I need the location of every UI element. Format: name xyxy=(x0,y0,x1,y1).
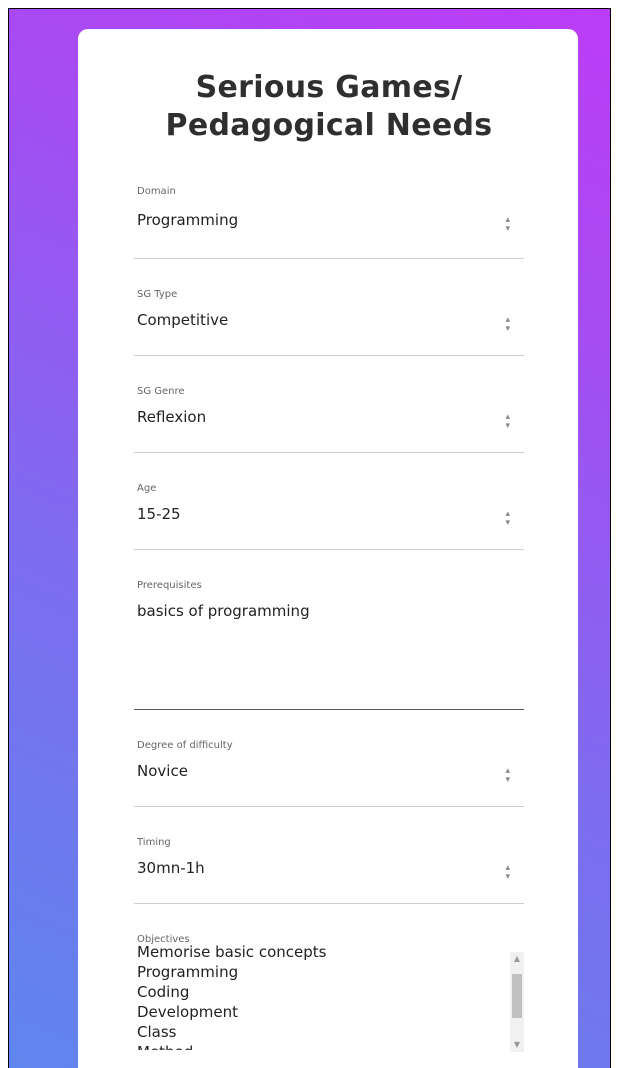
chevron-up-icon[interactable]: ▲ xyxy=(510,952,524,966)
difficulty-select[interactable]: Degree of difficulty Novice ▴ ▾ xyxy=(134,710,524,807)
chevron-down-icon[interactable]: ▼ xyxy=(510,1038,524,1052)
page-background: Serious Games/ Pedagogical Needs Domain … xyxy=(8,8,611,1068)
objective-option[interactable]: Coding xyxy=(137,982,497,1002)
objectives-multiselect[interactable]: Objectives Memorise basic concepts Progr… xyxy=(134,904,524,1064)
objective-option[interactable]: Programming xyxy=(137,962,497,982)
timing-value: 30mn-1h xyxy=(137,859,205,877)
updown-arrows-icon: ▴ ▾ xyxy=(505,509,510,528)
objective-option[interactable]: Class xyxy=(137,1022,497,1042)
updown-arrows-icon: ▴ ▾ xyxy=(505,412,510,431)
sg-type-value: Competitive xyxy=(137,311,229,329)
objective-option[interactable]: Memorise basic concepts xyxy=(137,942,497,962)
domain-label: Domain xyxy=(137,186,176,197)
age-label: Age xyxy=(137,483,157,494)
title-line-2: Pedagogical Needs xyxy=(165,108,493,143)
timing-select[interactable]: Timing 30mn-1h ▴ ▾ xyxy=(134,807,524,904)
pedagogical-form: Domain Programming ▴ ▾ SG Type Competitiv… xyxy=(134,186,524,1064)
title-line-1: Serious Games/ xyxy=(195,70,463,105)
updown-arrows-icon: ▴ ▾ xyxy=(505,863,510,882)
sg-type-select[interactable]: SG Type Competitive ▴ ▾ xyxy=(134,259,524,356)
timing-label: Timing xyxy=(137,837,171,848)
updown-arrows-icon: ▴ ▾ xyxy=(505,215,510,234)
sg-genre-value: Reflexion xyxy=(137,408,207,426)
objectives-list[interactable]: Memorise basic concepts Programming Codi… xyxy=(137,942,497,1050)
page-title: Serious Games/ Pedagogical Needs xyxy=(134,29,524,145)
sg-type-label: SG Type xyxy=(137,289,178,300)
age-value: 15-25 xyxy=(137,505,181,523)
domain-select[interactable]: Domain Programming ▴ ▾ xyxy=(134,186,524,259)
prerequisites-textarea[interactable]: Prerequisites basics of programming xyxy=(134,550,524,710)
objectives-scrollbar[interactable]: ▲ ▼ xyxy=(510,952,524,1052)
sg-genre-label: SG Genre xyxy=(137,386,185,397)
age-select[interactable]: Age 15-25 ▴ ▾ xyxy=(134,453,524,550)
sg-genre-select[interactable]: SG Genre Reflexion ▴ ▾ xyxy=(134,356,524,453)
difficulty-label: Degree of difficulty xyxy=(137,740,233,751)
updown-arrows-icon: ▴ ▾ xyxy=(505,315,510,334)
updown-arrows-icon: ▴ ▾ xyxy=(505,766,510,785)
domain-value: Programming xyxy=(137,211,239,229)
objective-option[interactable]: Development xyxy=(137,1002,497,1022)
prerequisites-label: Prerequisites xyxy=(137,580,202,591)
objective-option[interactable]: Method xyxy=(137,1042,497,1050)
scrollbar-thumb[interactable] xyxy=(512,974,522,1018)
form-card: Serious Games/ Pedagogical Needs Domain … xyxy=(78,29,578,1068)
difficulty-value: Novice xyxy=(137,762,188,780)
prerequisites-value: basics of programming xyxy=(137,602,310,620)
